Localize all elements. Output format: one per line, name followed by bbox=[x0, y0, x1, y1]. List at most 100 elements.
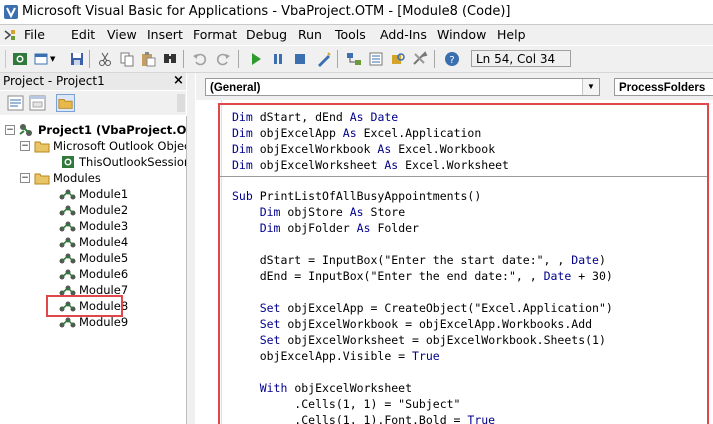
toolbar-separator bbox=[183, 50, 184, 68]
collapse-icon[interactable]: − bbox=[20, 141, 30, 151]
module-icon bbox=[59, 253, 76, 264]
code-line[interactable]: Dim dStart, dEnd As Date bbox=[232, 109, 398, 125]
code-editor[interactable]: Dim dStart, dEnd As Date Dim objExcelApp… bbox=[196, 100, 713, 424]
menu-insert[interactable]: Insert bbox=[147, 27, 183, 42]
module-icon bbox=[59, 205, 76, 216]
tree-label-project: Project1 (VbaProject.OTM bbox=[38, 123, 187, 137]
tree-node-module[interactable]: Module6 bbox=[0, 266, 186, 282]
code-keyword: Set bbox=[259, 301, 281, 315]
break-icon[interactable] bbox=[270, 51, 286, 67]
code-keyword: Dim bbox=[259, 205, 281, 219]
code-line[interactable]: Set objExcelWorksheet = objExcelWorkbook… bbox=[232, 332, 606, 348]
code-line[interactable]: Dim objExcelApp As Excel.Application bbox=[232, 125, 481, 141]
tree-node-project[interactable]: − Project1 (VbaProject.OTM bbox=[0, 122, 186, 138]
collapse-icon[interactable]: − bbox=[5, 125, 15, 135]
project-explorer-icon[interactable] bbox=[346, 51, 362, 67]
cursor-position-indicator: Ln 54, Col 34 bbox=[471, 50, 571, 67]
code-line[interactable]: Dim objExcelWorkbook As Excel.Workbook bbox=[232, 141, 495, 157]
menu-view[interactable]: View bbox=[107, 27, 137, 42]
object-combo-value: (General) bbox=[210, 82, 261, 94]
code-line[interactable]: Dim objExcelWorksheet As Excel.Worksheet bbox=[232, 157, 509, 173]
menu-help[interactable]: Help bbox=[497, 27, 526, 42]
outlook-session-icon bbox=[62, 156, 74, 168]
menu-tools[interactable]: Tools bbox=[335, 27, 366, 42]
menu-edit[interactable]: Edit bbox=[71, 27, 95, 42]
module-icon bbox=[59, 317, 76, 328]
code-line[interactable]: Sub PrintListOfAllBusyAppointments() bbox=[232, 188, 481, 204]
view-code-icon[interactable] bbox=[6, 94, 25, 112]
help-icon[interactable]: ? bbox=[444, 51, 460, 67]
menu-run[interactable]: Run bbox=[298, 27, 322, 42]
collapse-icon[interactable]: − bbox=[20, 173, 30, 183]
save-icon[interactable] bbox=[69, 51, 85, 67]
view-object-icon[interactable] bbox=[28, 94, 47, 112]
code-line[interactable]: dStart = InputBox("Enter the start date:… bbox=[232, 252, 606, 268]
code-line[interactable]: With objExcelWorksheet bbox=[232, 380, 412, 396]
insert-userform-icon[interactable] bbox=[34, 51, 50, 67]
code-keyword: As bbox=[377, 142, 392, 156]
code-keyword: Date bbox=[370, 110, 399, 124]
toolbox-icon[interactable] bbox=[412, 51, 428, 67]
cut-icon[interactable] bbox=[97, 51, 113, 67]
tree-node-module[interactable]: Module3 bbox=[0, 218, 186, 234]
tree-node-outlook-objects[interactable]: − Microsoft Outlook Objects bbox=[0, 138, 186, 154]
code-line[interactable]: Dim objFolder As Folder bbox=[232, 220, 419, 236]
folder-open-icon bbox=[34, 141, 50, 153]
object-combo[interactable]: (General) ▼ bbox=[205, 78, 600, 96]
code-line[interactable]: Set objExcelApp = CreateObject("Excel.Ap… bbox=[232, 300, 613, 316]
toggle-folders-icon[interactable] bbox=[56, 94, 75, 112]
pane-splitter[interactable] bbox=[187, 73, 195, 424]
tree-label-modules: Modules bbox=[53, 171, 101, 185]
module-icon bbox=[59, 221, 76, 232]
code-line[interactable]: Dim objStore As Store bbox=[232, 204, 405, 220]
code-keyword: Sub bbox=[232, 189, 253, 203]
tree-label-module: Module2 bbox=[79, 203, 129, 217]
project-pane-toolbar bbox=[0, 91, 186, 115]
code-line[interactable]: .Cells(1, 1) = "Subject" bbox=[232, 396, 460, 412]
chevron-down-icon[interactable]: ▼ bbox=[582, 79, 599, 95]
code-line[interactable]: objExcelApp.Visible = True bbox=[232, 348, 440, 364]
menu-add-ins[interactable]: Add-Ins bbox=[380, 27, 427, 42]
code-keyword: Date bbox=[571, 253, 599, 267]
tree-node-module[interactable]: Module5 bbox=[0, 250, 186, 266]
code-highlight-box: Dim dStart, dEnd As Date Dim objExcelApp… bbox=[218, 103, 709, 424]
code-keyword: As bbox=[349, 205, 364, 219]
menu-window[interactable]: Window bbox=[437, 27, 486, 42]
vba-menu-icon[interactable] bbox=[4, 28, 16, 42]
toolbar-grip bbox=[5, 50, 6, 68]
tree-label-thisoutlooksession: ThisOutlookSession bbox=[79, 155, 187, 169]
tree-node-module[interactable]: Module1 bbox=[0, 186, 186, 202]
code-keyword: Set bbox=[259, 317, 281, 331]
run-icon[interactable] bbox=[248, 51, 264, 67]
code-line[interactable]: Set objExcelWorkbook = objExcelApp.Workb… bbox=[232, 316, 592, 332]
properties-icon[interactable] bbox=[368, 51, 384, 67]
design-mode-icon[interactable] bbox=[316, 51, 332, 67]
object-browser-icon[interactable] bbox=[390, 51, 406, 67]
menu-debug[interactable]: Debug bbox=[246, 27, 287, 42]
window-title: Microsoft Visual Basic for Applications … bbox=[22, 4, 511, 19]
toolbar-separator bbox=[238, 50, 239, 68]
tree-node-modules[interactable]: − Modules bbox=[0, 170, 186, 186]
redo-icon[interactable] bbox=[215, 51, 231, 67]
tree-node-module[interactable]: Module2 bbox=[0, 202, 186, 218]
tree-node-module[interactable]: Module4 bbox=[0, 234, 186, 250]
undo-icon[interactable] bbox=[192, 51, 208, 67]
code-line[interactable]: dEnd = InputBox("Enter the end date:", ,… bbox=[232, 268, 613, 284]
reset-icon[interactable] bbox=[292, 51, 308, 67]
menu-file[interactable]: File bbox=[24, 27, 45, 42]
tree-label-module: Module1 bbox=[79, 187, 129, 201]
menu-bar: File Edit View Insert Format Debug Run T… bbox=[0, 25, 713, 45]
code-line[interactable]: .Cells(1, 1).Font.Bold = True bbox=[232, 412, 495, 424]
copy-icon[interactable] bbox=[119, 51, 135, 67]
code-keyword: True bbox=[412, 349, 440, 363]
menu-format[interactable]: Format bbox=[193, 27, 237, 42]
procedure-combo[interactable]: ProcessFolders bbox=[614, 78, 713, 96]
dropdown-arrow-icon[interactable]: ▼ bbox=[50, 51, 66, 67]
find-icon[interactable] bbox=[162, 51, 178, 67]
paste-icon[interactable] bbox=[140, 51, 156, 67]
view-outlook-icon[interactable] bbox=[12, 51, 28, 67]
code-keyword: Dim bbox=[259, 221, 281, 235]
tree-node-thisoutlooksession[interactable]: ThisOutlookSession bbox=[0, 154, 186, 170]
close-pane-icon[interactable]: × bbox=[173, 72, 184, 89]
pane-scroll-stub[interactable] bbox=[177, 94, 185, 112]
